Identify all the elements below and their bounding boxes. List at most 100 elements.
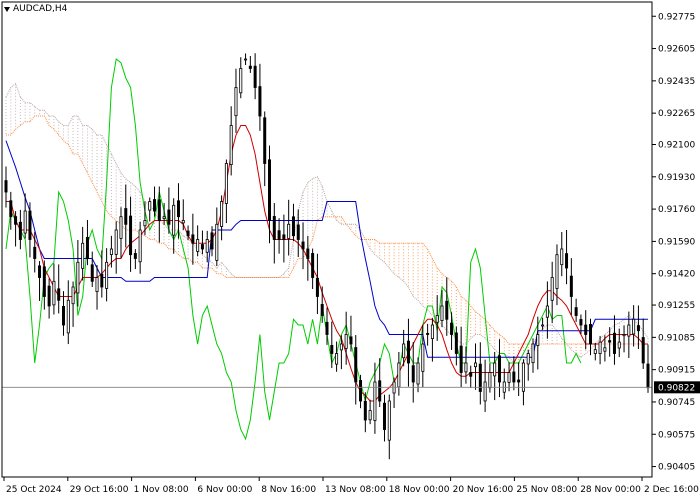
chart-title[interactable]: AUDCAD,H4: [4, 4, 67, 14]
chevron-down-icon[interactable]: [4, 6, 10, 12]
candle-body: [335, 353, 339, 365]
y-tick-label: 0.92605: [658, 45, 695, 55]
candle-body: [536, 334, 540, 346]
candle-body: [4, 180, 8, 193]
candle-body: [138, 229, 142, 263]
candle-body: [119, 216, 123, 239]
x-tick-label: 25 Nov 08:00: [516, 485, 577, 495]
candle-body: [344, 334, 348, 349]
x-tick-label: 6 Nov 00:00: [197, 485, 252, 495]
candle-body: [512, 371, 516, 383]
chart-background: [0, 0, 700, 500]
candle-body: [205, 239, 209, 253]
candle-body: [129, 215, 133, 256]
candle-body: [545, 305, 549, 318]
candle-body: [162, 216, 166, 219]
candle-body: [320, 303, 324, 316]
candle-body: [224, 163, 228, 204]
candle-body: [603, 347, 607, 352]
candle-body: [306, 248, 310, 259]
y-tick-label: 0.92265: [658, 109, 695, 119]
candle-body: [181, 220, 185, 224]
candle-body: [291, 216, 295, 237]
candle-body: [244, 58, 248, 61]
candle-body: [589, 323, 593, 345]
current-price-label: 0.90822: [658, 383, 695, 393]
candle-body: [287, 223, 291, 239]
candle-body: [612, 332, 616, 354]
y-tick-label: 0.91420: [658, 270, 695, 280]
candle-body: [66, 299, 70, 334]
y-tick-label: 0.90405: [658, 463, 695, 473]
candle-body: [339, 343, 343, 351]
candle-body: [157, 199, 161, 221]
y-tick-label: 0.91760: [658, 205, 695, 215]
candle-body: [617, 341, 621, 349]
candle-body: [196, 239, 200, 252]
candle-body: [253, 65, 257, 88]
candle-body: [239, 68, 243, 94]
candle-body: [555, 254, 559, 289]
candle-body: [416, 362, 420, 385]
candle-body: [81, 242, 85, 269]
candle-body: [387, 400, 391, 441]
candle-body: [531, 343, 535, 364]
candle-body: [622, 334, 626, 337]
symbol-label: AUDCAD,H4: [13, 4, 68, 14]
y-tick-label: 0.91085: [658, 333, 695, 343]
candle-body: [641, 337, 645, 364]
candle-body: [95, 277, 99, 293]
candle-body: [277, 230, 281, 240]
candle-body: [454, 332, 458, 354]
chart-area: 0.92775 0.92605 0.92435 0.92265 0.92100 0.919…: [0, 0, 700, 500]
x-tick-label: 25 Oct 2024: [6, 485, 62, 495]
candle-body: [263, 117, 267, 164]
candle-body: [85, 236, 89, 259]
candle-body: [464, 362, 468, 373]
candle-body: [550, 277, 554, 301]
x-tick-label: 1 Nov 08:00: [134, 485, 189, 495]
candle-body: [105, 261, 109, 289]
y-axis: 0.92775 0.92605 0.92435 0.92265 0.92100 0.919…: [652, 12, 700, 473]
candle-body: [28, 210, 32, 240]
candle-body: [497, 355, 501, 383]
candle-body: [560, 248, 564, 266]
candle-body: [430, 324, 434, 339]
candle-body: [445, 300, 449, 320]
candle-body: [627, 324, 631, 337]
candle-body: [397, 362, 401, 388]
candle-body: [23, 210, 27, 234]
candle-body: [469, 372, 473, 377]
candle-body: [176, 200, 180, 218]
candle-body: [426, 333, 430, 335]
candle-body: [52, 280, 56, 306]
candle-body: [349, 336, 353, 345]
y-tick-label: 0.92100: [658, 141, 695, 151]
ichimoku-chart: 0.92775 0.92605 0.92435 0.92265 0.92100 0.919…: [0, 0, 700, 500]
x-tick-label: 18 Nov 00:00: [389, 485, 450, 495]
candle-body: [330, 345, 334, 354]
candle-body: [354, 347, 358, 383]
candle-body: [636, 325, 640, 332]
candle-body: [90, 264, 94, 282]
x-tick-label: 2 Dec 16:00: [644, 485, 699, 495]
candle-body: [100, 273, 104, 288]
y-tick-label: 0.90575: [658, 430, 695, 440]
y-tick-label: 0.91255: [658, 301, 695, 311]
x-tick-label: 29 Oct 16:00: [70, 485, 129, 495]
candle-body: [42, 266, 46, 297]
candle-body: [373, 381, 377, 421]
candle-body: [143, 220, 147, 227]
candle-body: [220, 201, 224, 227]
candle-body: [474, 362, 478, 368]
y-tick-label: 0.90915: [658, 366, 695, 376]
candle-body: [483, 381, 487, 402]
candle-body: [359, 380, 363, 402]
candle-body: [124, 208, 128, 225]
candle-body: [33, 246, 37, 259]
candle-body: [167, 209, 171, 225]
candle-body: [363, 400, 367, 421]
candle-body: [526, 353, 530, 365]
candle-body: [421, 343, 425, 372]
candle-body: [14, 216, 18, 225]
